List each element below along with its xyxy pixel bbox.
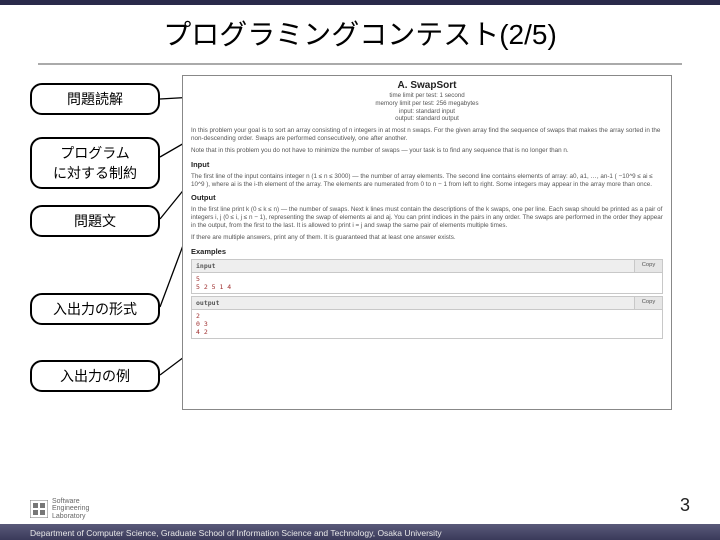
copy-button[interactable]: Copy	[634, 297, 662, 309]
section-input: Input	[191, 160, 663, 169]
label-constraints: プログラム に対する制約	[30, 137, 160, 189]
label-problem-reading: 問題読解	[30, 83, 160, 115]
label-io-example: 入出力の例	[30, 360, 160, 392]
problem-para-2: Note that in this problem you do not hav…	[191, 147, 663, 155]
example-input-row: input Copy	[191, 259, 663, 273]
sel-logo: Software Engineering Laboratory	[30, 498, 89, 520]
section-examples: Examples	[191, 247, 663, 256]
problem-para-1: In this problem your goal is to sort an …	[191, 127, 663, 143]
logo-line-3: Laboratory	[52, 513, 89, 520]
meta-time: time limit per test: 1 second	[191, 92, 663, 100]
footer: Software Engineering Laboratory 3 Depart…	[0, 498, 720, 540]
example-input-label: input	[192, 260, 634, 272]
meta-memory: memory limit per test: 256 megabytes	[191, 100, 663, 108]
problem-panel: A. SwapSort time limit per test: 1 secon…	[182, 75, 672, 410]
lab-logo-icon	[30, 500, 48, 518]
problem-meta: time limit per test: 1 second memory lim…	[191, 92, 663, 123]
page-number: 3	[680, 495, 690, 516]
problem-title: A. SwapSort	[191, 80, 663, 91]
example-output-data: 2 0 3 4 2	[191, 310, 663, 339]
label-text: プログラム に対する制約	[40, 143, 150, 183]
output-desc-2: If there are multiple answers, print any…	[191, 234, 663, 242]
example-output-row: output Copy	[191, 296, 663, 310]
examples-box: input Copy 5 5 2 5 1 4 output Copy 2 0 3…	[191, 259, 663, 340]
section-output: Output	[191, 193, 663, 202]
lab-logo-text: Software Engineering Laboratory	[52, 498, 89, 520]
copy-button[interactable]: Copy	[634, 260, 662, 272]
footer-bar: Department of Computer Science, Graduate…	[0, 524, 720, 540]
content: 問題読解 プログラム に対する制約 問題文 入出力の形式 入出力の例 A. Sw…	[0, 75, 720, 495]
example-input-data: 5 5 2 5 1 4	[191, 273, 663, 294]
label-text: 入出力の形式	[53, 301, 137, 317]
label-text: 入出力の例	[60, 368, 130, 384]
label-io-format: 入出力の形式	[30, 293, 160, 325]
slide-title: プログラミングコンテスト(2/5)	[40, 13, 680, 53]
logo-line-1: Software	[52, 498, 89, 505]
example-output-label: output	[192, 297, 634, 309]
title-region: プログラミングコンテスト(2/5)	[0, 5, 720, 57]
meta-output: output: standard output	[191, 115, 663, 123]
title-underline	[38, 63, 682, 65]
label-text: 問題文	[74, 213, 116, 229]
footer-dept: Department of Computer Science, Graduate…	[30, 528, 442, 538]
output-desc-1: In the first line print k (0 ≤ k ≤ n) — …	[191, 206, 663, 231]
meta-input: input: standard input	[191, 108, 663, 116]
logo-line-2: Engineering	[52, 505, 89, 512]
input-desc: The first line of the input contains int…	[191, 173, 663, 189]
label-statement: 問題文	[30, 205, 160, 237]
label-text: 問題読解	[67, 91, 123, 107]
